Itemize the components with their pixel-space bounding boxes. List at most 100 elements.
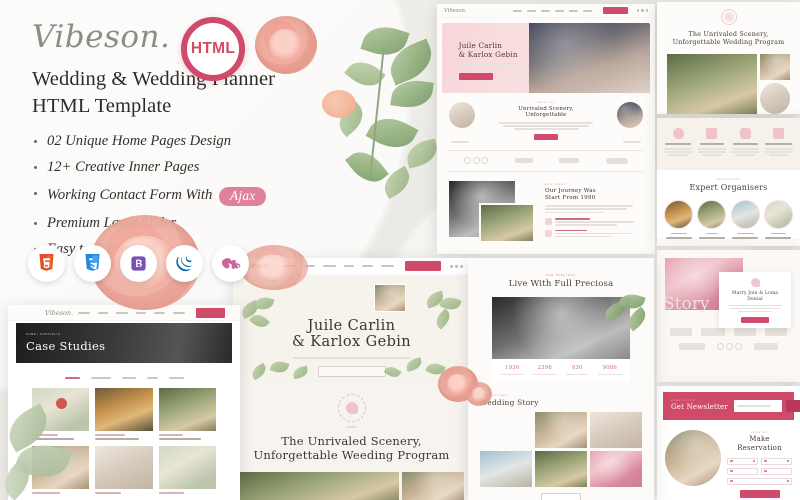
about-read-more-button[interactable] [534, 133, 558, 140]
nav-item-blog[interactable] [136, 311, 147, 314]
groom-name-label [623, 140, 641, 143]
nav-item[interactable] [512, 9, 522, 12]
partner-logo [559, 158, 580, 164]
leaf-decoration [374, 357, 446, 381]
service-item[interactable] [730, 128, 761, 156]
nav-item-home[interactable] [283, 265, 296, 267]
nav-item[interactable] [526, 9, 536, 12]
program-title-line-1: The Unrivaled Scenery, [688, 30, 769, 38]
mockup-services-team[interactable]: ORGANISERS Expert Organisers [657, 118, 800, 246]
subscribe-button[interactable] [785, 400, 800, 412]
get-quotation-button[interactable] [602, 7, 628, 14]
mockup-case-studies[interactable]: Vibeson. HOME / PORTFOLIO Case Studies [8, 305, 240, 500]
menu-icon[interactable] [645, 9, 648, 12]
story-card: Marry Join & Loma Donial [719, 272, 791, 328]
nav-item-contact[interactable] [173, 311, 186, 314]
team-member[interactable] [697, 199, 727, 240]
reservation-photo [665, 430, 721, 486]
bootstrap-icon [120, 245, 157, 282]
mockup-nav-bar[interactable]: Vibeson. [437, 4, 655, 18]
story-watermark: Story [663, 294, 710, 314]
nav-item-contact[interactable] [381, 265, 394, 267]
nav-item-pages[interactable] [154, 311, 166, 314]
nav-utility-icons[interactable] [636, 9, 648, 12]
service-title [765, 143, 793, 146]
service-item[interactable] [764, 128, 795, 156]
stat-value: 9086 [602, 364, 618, 371]
service-item[interactable] [697, 128, 728, 156]
reservation-date-field[interactable] [727, 457, 758, 465]
nav-utility-icons[interactable] [450, 264, 463, 268]
team-member[interactable] [730, 199, 760, 240]
gallery-thumb[interactable] [590, 411, 642, 448]
gallery-thumb[interactable] [535, 450, 587, 487]
mockup-nav-bar[interactable]: Vibeson. [233, 258, 470, 275]
mockup-home-one[interactable]: Vibeson. Juile Carlin & Karlox Gebin ABO… [437, 4, 655, 254]
mockup-story-section[interactable]: Marry Join & Loma Donial Story [657, 250, 800, 382]
nav-item-pages[interactable] [362, 265, 373, 267]
nav-item-home[interactable] [78, 311, 91, 314]
partner-logo [514, 158, 533, 164]
leaf-decoration [249, 358, 321, 381]
mockup-nav-bar[interactable]: Vibeson. [8, 305, 240, 321]
reservation-name-field[interactable] [727, 467, 758, 475]
team-member[interactable] [763, 199, 793, 240]
program-photo-main [667, 54, 757, 114]
hero-title-line-2: & Karlox Gebin [458, 50, 518, 60]
service-item[interactable] [663, 128, 694, 156]
mockup-nav-menu[interactable] [283, 265, 394, 267]
story-card-button[interactable] [741, 317, 769, 324]
nav-item-service[interactable] [116, 311, 129, 314]
mockup-nav-menu[interactable] [78, 311, 186, 314]
reservation-email-field[interactable] [761, 467, 792, 475]
cart-icon[interactable] [455, 264, 458, 268]
reservation-submit-button[interactable] [739, 489, 780, 498]
portfolio-item[interactable] [95, 388, 153, 441]
nav-item[interactable] [554, 9, 564, 12]
search-icon[interactable] [450, 264, 453, 268]
bride-name-label [451, 140, 469, 143]
mockup-newsletter-reservation[interactable]: NEWSLETTER Get Newsletter BOOK US Make R… [657, 386, 800, 500]
nav-item-service[interactable] [323, 265, 336, 267]
nav-item-blog[interactable] [344, 265, 354, 267]
newsletter-label: NEWSLETTER [671, 400, 696, 403]
service-title [665, 143, 692, 146]
get-quotation-button[interactable] [405, 261, 441, 271]
program-photo-circle [760, 83, 790, 114]
team-title: Expert Organisers [689, 182, 768, 192]
portfolio-item[interactable] [95, 446, 153, 494]
nav-item[interactable] [582, 9, 592, 12]
portfolio-item[interactable] [158, 446, 216, 494]
search-icon[interactable] [636, 9, 639, 12]
gallery-thumb[interactable] [590, 450, 642, 487]
nav-item[interactable] [568, 9, 578, 12]
nav-item-about[interactable] [98, 311, 109, 314]
mockup-preciosa[interactable]: OUR FEELINGS Live With Full Preciosa 193… [468, 258, 654, 500]
feature-text: Working Contact Form With [47, 187, 213, 204]
partner-logo [679, 343, 705, 350]
mockup-wedding-program[interactable]: The Unrivaled Scenery, Unforgettable Wed… [657, 2, 800, 114]
newsletter-email-input[interactable] [733, 400, 782, 412]
menu-icon[interactable] [460, 264, 463, 268]
gallery-thumb[interactable] [480, 450, 532, 487]
nav-item[interactable] [540, 9, 550, 12]
gallery-thumb[interactable] [535, 411, 587, 448]
partner-logo [464, 157, 489, 165]
team-member[interactable] [664, 199, 694, 240]
headline-line-2: HTML Template [32, 95, 172, 118]
portfolio-item[interactable] [158, 388, 216, 441]
portfolio-item[interactable] [32, 388, 90, 441]
portfolio-item[interactable] [32, 446, 90, 494]
reservation-service-field[interactable] [727, 477, 792, 485]
hero-cta-button[interactable] [458, 73, 493, 81]
cart-icon[interactable] [641, 9, 644, 12]
portfolio-filters[interactable] [8, 363, 240, 380]
get-quotation-button[interactable] [196, 307, 225, 318]
preciosa-title: Live With Full Preciosa [508, 279, 614, 289]
mockup-home-two[interactable]: Vibeson. Juile Carlin & Karlox Gebin 199… [233, 258, 470, 500]
mockup-nav-menu[interactable] [512, 9, 592, 12]
nav-item-about[interactable] [304, 265, 315, 267]
reservation-time-field[interactable] [761, 457, 792, 465]
gallery-view-more-button[interactable] [541, 492, 581, 500]
html-badge-label: HTML [190, 40, 236, 57]
